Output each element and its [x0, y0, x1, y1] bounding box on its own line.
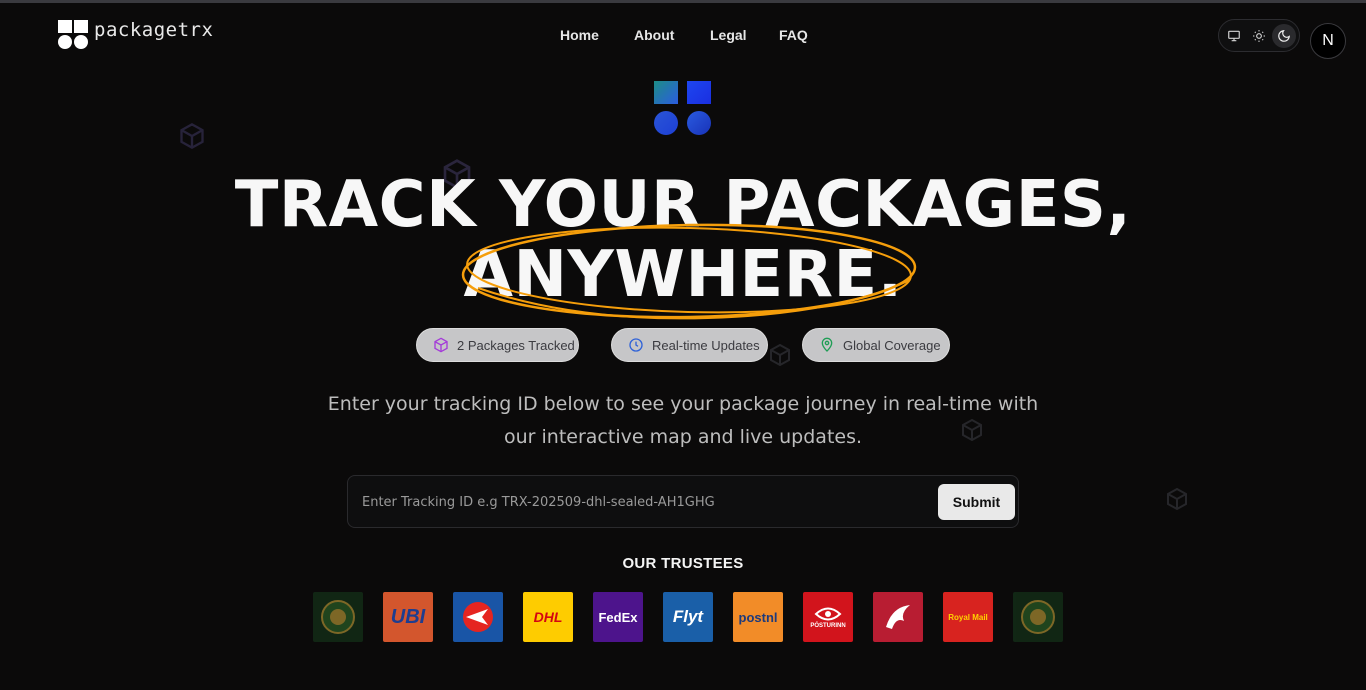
- clock-icon: [629, 338, 643, 352]
- package-icon: [434, 337, 448, 353]
- nav-home-link[interactable]: Home: [560, 27, 599, 43]
- fedex-logo: FedEx: [593, 592, 643, 642]
- hero-subtitle: Enter your tracking ID below to see your…: [0, 388, 1366, 454]
- theme-light-button[interactable]: [1247, 24, 1271, 48]
- emblem-logo-2: [1013, 592, 1063, 642]
- nav-about-link[interactable]: About: [634, 27, 674, 43]
- emblem-logo: [313, 592, 363, 642]
- ubi-logo: UBI: [383, 592, 433, 642]
- stat-pill-label: Global Coverage: [843, 337, 941, 353]
- sun-icon: [1253, 29, 1265, 42]
- stat-pill-packages: 2 Packages Tracked: [416, 328, 579, 362]
- stat-pill-label: 2 Packages Tracked: [457, 337, 575, 353]
- moon-icon: [1277, 29, 1290, 42]
- map-pin-icon: [821, 337, 833, 352]
- user-avatar[interactable]: N: [1310, 23, 1346, 59]
- trustees-heading: OUR TRUSTEES: [622, 555, 744, 572]
- dhl-logo: DHL: [523, 592, 573, 642]
- brand-logo[interactable]: packagetrx: [58, 19, 214, 49]
- postnl-logo: postnl: [733, 592, 783, 642]
- monitor-icon: [1228, 30, 1241, 41]
- canada-post-logo: [453, 592, 503, 642]
- theme-system-button[interactable]: [1222, 24, 1246, 48]
- submit-button[interactable]: Submit: [938, 484, 1015, 520]
- nav-legal-link[interactable]: Legal: [710, 27, 747, 43]
- stat-pill-label: Real-time Updates: [652, 337, 760, 353]
- theme-dark-button[interactable]: [1271, 23, 1296, 48]
- stat-pill-realtime: Real-time Updates: [611, 328, 768, 362]
- floating-box-icon: [180, 122, 204, 150]
- theme-switcher: [1218, 19, 1300, 52]
- floating-box-icon: [770, 343, 790, 367]
- stat-pill-coverage: Global Coverage: [802, 328, 950, 362]
- tracking-form: Submit: [347, 475, 1019, 528]
- brand-name: packagetrx: [94, 19, 214, 41]
- hero-emblem-icon: [654, 81, 712, 135]
- flyt-logo: Flyt: [663, 592, 713, 642]
- hero-subtitle-line1: Enter your tracking ID below to see your…: [327, 393, 1039, 415]
- window-top-border: [0, 0, 1366, 3]
- pegasus-logo: [873, 592, 923, 642]
- posturinn-logo: PÓSTURINN: [803, 592, 853, 642]
- floating-box-icon: [1167, 487, 1187, 511]
- hero-subtitle-line2: our interactive map and live updates.: [503, 426, 863, 448]
- tracking-id-input[interactable]: [362, 488, 922, 516]
- nav-faq-link[interactable]: FAQ: [779, 27, 808, 43]
- scribble-circle-decoration: [461, 223, 917, 320]
- royal-mail-logo: Royal Mail: [943, 592, 993, 642]
- logo-mark-icon: [58, 20, 90, 49]
